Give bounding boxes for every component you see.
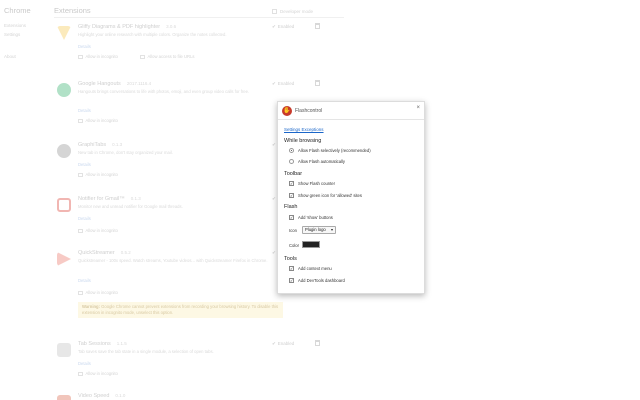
show-green-icon-option[interactable]: ✓ Show green icon for 'allowed' sites — [289, 193, 362, 198]
color-label: Color — [289, 243, 300, 248]
checkbox[interactable] — [78, 371, 83, 377]
check-icon: ✔ — [272, 250, 276, 255]
extension-name: Google Hangouts 2017.1116.4 — [78, 81, 152, 87]
add-show-buttons-option[interactable]: ✓ Add 'show' buttons — [289, 215, 333, 220]
allow-flash-automatically-option[interactable]: Allow Flash automatically — [289, 159, 345, 164]
while-browsing-heading: While browsing — [284, 138, 322, 144]
developer-mode-checkbox[interactable] — [272, 9, 277, 15]
trash-icon[interactable] — [315, 23, 320, 29]
extension-name: Tab Sessions 1.1.5 — [78, 341, 127, 347]
details-link[interactable]: Details — [78, 44, 91, 49]
graphitabs-icon — [57, 144, 71, 158]
checkbox-checked[interactable]: ✓ — [289, 181, 294, 186]
video-speed-icon — [57, 395, 71, 400]
close-icon[interactable]: × — [416, 105, 420, 111]
developer-mode-label: Developer mode — [280, 9, 314, 14]
allow-incognito-option[interactable]: Allow in incognito — [78, 371, 118, 377]
extension-name: QuickStreamer 0.5.2 — [78, 250, 131, 256]
popup-header: ✋ Flashcontrol × — [278, 102, 424, 120]
flashcontrol-popup: ✋ Flashcontrol × Settings Exceptions Whi… — [277, 101, 425, 294]
page-title: Extensions — [54, 6, 91, 15]
enabled-toggle[interactable]: ✔Enabled — [272, 341, 294, 347]
allow-incognito-option[interactable]: Allow in incognito — [78, 54, 118, 60]
check-icon: ✔ — [272, 341, 276, 346]
divider — [54, 17, 344, 18]
nav-item-extensions[interactable]: Extensions — [4, 23, 26, 28]
extension-name: Gliffy Diagrams & PDF highlighter 3.0.6 — [78, 24, 177, 30]
extension-triangle-icon — [57, 26, 71, 40]
checkbox[interactable] — [78, 172, 83, 178]
extension-description: New tab in Chrome, don't stay organized … — [78, 150, 173, 155]
check-icon: ✔ — [272, 196, 276, 201]
checkbox[interactable] — [78, 228, 83, 234]
allow-incognito-option[interactable]: Allow in incognito — [78, 172, 118, 178]
allow-incognito-option[interactable]: Allow in incognito — [78, 228, 118, 234]
gmail-icon — [57, 198, 71, 212]
extension-description: Monitor new and unread notifier for Goog… — [78, 204, 183, 209]
tab-sessions-icon — [57, 343, 71, 357]
extension-description: Hangouts brings conversations to life wi… — [78, 89, 250, 94]
chevron-down-icon: ▾ — [330, 227, 333, 232]
hangouts-icon — [57, 83, 71, 97]
trash-icon[interactable] — [315, 340, 320, 346]
show-flash-counter-option[interactable]: ✓ Show Flash counter — [289, 181, 335, 186]
enabled-toggle[interactable]: ✔Enabled — [272, 24, 294, 30]
add-context-menu-option[interactable]: ✓ Add context menu — [289, 266, 332, 271]
nav-item-about[interactable]: About — [4, 54, 16, 59]
check-icon: ✔ — [272, 81, 276, 86]
checkbox[interactable] — [78, 290, 83, 296]
check-icon: ✔ — [272, 24, 276, 29]
extension-description: Highlight your online research with mult… — [78, 32, 227, 37]
checkbox-checked[interactable]: ✓ — [289, 278, 294, 283]
checkbox[interactable] — [78, 54, 83, 60]
tools-heading: Tools — [284, 256, 297, 262]
details-link[interactable]: Details — [78, 108, 91, 113]
checkbox-checked[interactable]: ✓ — [289, 193, 294, 198]
details-link[interactable]: Details — [78, 216, 91, 221]
details-link[interactable]: Details — [78, 361, 91, 366]
allow-flash-selectively-option[interactable]: Allow Flash selectively (recommended) — [289, 148, 371, 153]
enabled-toggle[interactable]: ✔Enabled — [272, 81, 294, 87]
icon-label: Icon — [289, 228, 297, 233]
color-picker[interactable] — [302, 241, 320, 248]
check-icon: ✔ — [272, 142, 276, 147]
checkbox[interactable] — [140, 54, 145, 60]
icon-select[interactable]: Plugin logo ▾ — [302, 226, 336, 234]
toolbar-heading: Toolbar — [284, 171, 303, 177]
flashcontrol-logo-icon: ✋ — [282, 106, 292, 116]
extension-name: Notifier for Gmail™ 0.1.3 — [78, 196, 141, 202]
checkbox-checked[interactable]: ✓ — [289, 215, 294, 220]
settings-exceptions-link[interactable]: Settings Exceptions — [284, 127, 324, 132]
extension-description: Tab saves save the tab state in a single… — [78, 349, 214, 354]
radio-selected[interactable] — [289, 148, 294, 153]
allow-incognito-option[interactable]: Allow in incognito — [78, 118, 118, 124]
developer-mode-toggle[interactable]: Developer mode — [272, 9, 314, 15]
radio[interactable] — [289, 159, 294, 164]
add-devtools-dashboard-option[interactable]: ✓ Add DevTools dashboard — [289, 278, 345, 283]
allow-file-urls-option[interactable]: Allow access to file URLs — [140, 54, 195, 60]
left-nav: Chrome Extensions Settings About — [0, 0, 50, 400]
checkbox[interactable] — [78, 118, 83, 124]
popup-title: Flashcontrol — [295, 108, 323, 114]
flash-heading: Flash — [284, 204, 298, 210]
play-icon — [57, 252, 71, 266]
extension-description: Quickstreamer - 100x speed. Watch stream… — [78, 258, 268, 263]
details-link[interactable]: Details — [78, 278, 91, 283]
allow-incognito-option[interactable]: Allow in incognito — [78, 290, 118, 296]
checkbox-checked[interactable]: ✓ — [289, 266, 294, 271]
brand-title: Chrome — [4, 6, 31, 15]
trash-icon[interactable] — [315, 80, 320, 86]
incognito-warning: Warning: Google Chrome cannot prevent ex… — [78, 302, 283, 318]
extension-name: Video Speed 0.1.0 — [78, 393, 126, 399]
details-link[interactable]: Details — [78, 162, 91, 167]
extension-name: GraphiTabs 0.1.3 — [78, 142, 123, 148]
nav-item-settings[interactable]: Settings — [4, 32, 20, 37]
